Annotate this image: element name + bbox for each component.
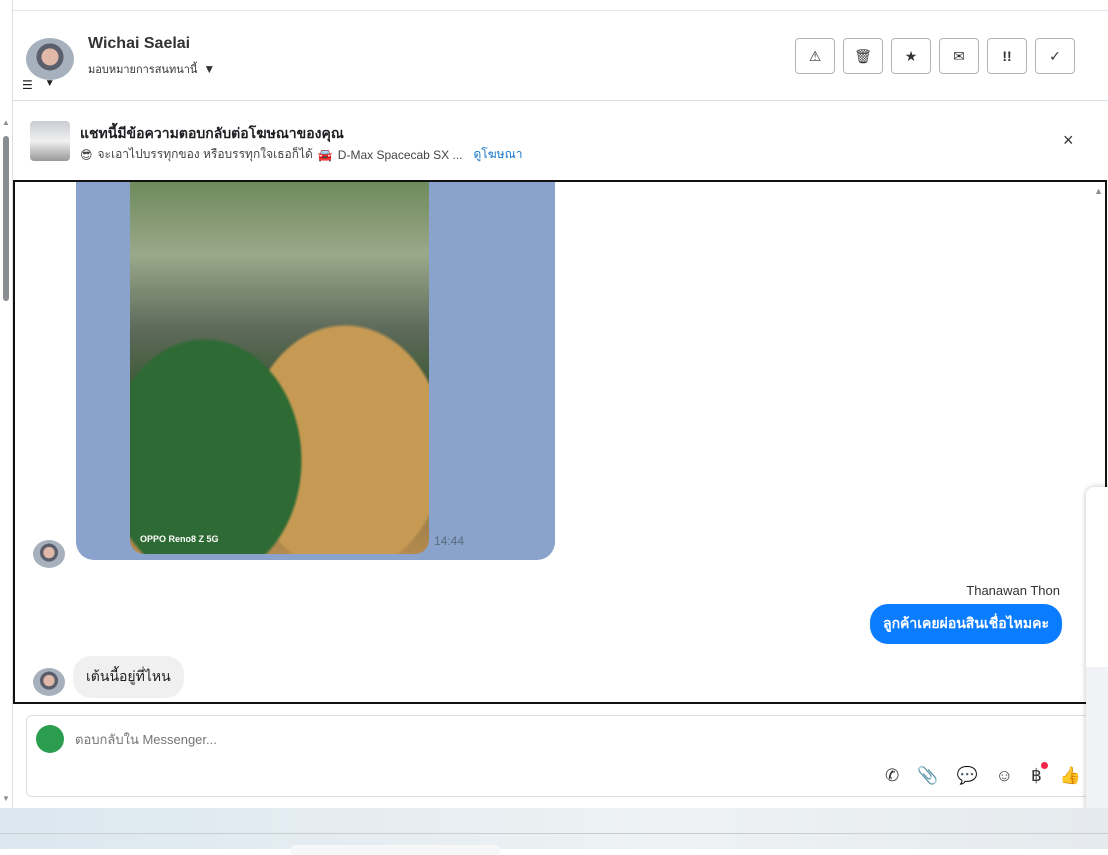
check-icon: ✓ — [1049, 47, 1061, 64]
assign-dropdown[interactable]: มอบหมายการสนทนานี้ ▼ — [88, 60, 215, 78]
ad-banner-title: แชทนี้มีข้อความตอบกลับต่อโฆษณาของคุณ — [80, 125, 344, 141]
assign-label: มอบหมายการสนทนานี้ — [88, 64, 198, 76]
scrollbar-thumb[interactable] — [3, 136, 9, 301]
payment-icon[interactable]: ฿ — [1031, 762, 1048, 786]
delete-button[interactable]: 🗑 — [843, 38, 883, 74]
sliders-icon: ☰ — [22, 78, 33, 92]
envelope-open-icon: ✉ — [953, 47, 965, 64]
filter-menu[interactable]: ☰ ▼ — [22, 78, 55, 92]
top-divider — [12, 10, 1108, 11]
conversation-actions: ⚠ 🗑 ★ ✉ !! ✓ — [795, 38, 1075, 74]
message-thread[interactable]: ▲ OPPO Reno8 Z 5G 14:44 Thanawan Thon ลู… — [13, 180, 1107, 704]
composer: ✆ 📎 💬 ☺ ฿ 👍 — [26, 715, 1090, 797]
composer-toolbar: ✆ 📎 💬 ☺ ฿ 👍 — [885, 762, 1081, 786]
photo-melons[interactable]: OPPO Reno8 Z 5G — [130, 182, 429, 554]
view-ad-link[interactable]: ดูโฆษณา — [474, 145, 523, 164]
thumbs-up-icon[interactable]: 👍 — [1060, 766, 1081, 786]
contact-avatar[interactable] — [26, 38, 74, 80]
emoji-icon: 😎 — [80, 147, 93, 162]
done-button[interactable]: ✓ — [1035, 38, 1075, 74]
star-button[interactable]: ★ — [891, 38, 931, 74]
desktop-background — [0, 808, 1108, 849]
important-button[interactable]: !! — [987, 38, 1027, 74]
scrollbar[interactable]: ▲ ▼ — [1, 118, 11, 803]
taskbar-divider — [0, 833, 1108, 834]
chevron-down-icon: ▼ — [203, 62, 216, 76]
warning-icon: ⚠ — [808, 47, 822, 64]
close-icon[interactable]: × — [1063, 130, 1074, 151]
trash-icon: 🗑 — [854, 47, 872, 64]
sender-avatar — [33, 668, 65, 696]
car-icon: 🚘 — [317, 147, 333, 162]
sender-avatar — [33, 540, 65, 568]
exclamation-icon: !! — [1002, 48, 1012, 64]
saved-replies-icon[interactable]: 💬 — [956, 766, 977, 786]
scroll-up-icon[interactable]: ▲ — [1094, 186, 1103, 196]
call-icon[interactable]: ✆ — [885, 766, 899, 786]
ad-thumbnail — [30, 121, 70, 161]
mark-unread-button[interactable]: ✉ — [939, 38, 979, 74]
photo-watermark: OPPO Reno8 Z 5G — [140, 534, 219, 544]
chevron-down-icon: ▼ — [44, 78, 55, 89]
page-avatar — [36, 725, 64, 753]
report-button[interactable]: ⚠ — [795, 38, 835, 74]
sender-name: Thanawan Thon — [966, 583, 1060, 598]
notification-dot — [1040, 762, 1048, 769]
ad-product: D-Max Spacecab SX ... — [337, 147, 463, 162]
contact-name[interactable]: Wichai Saelai — [88, 35, 190, 53]
message-time: 14:44 — [434, 534, 465, 548]
incoming-message[interactable]: เต้นนี้อยู่ที่ไหน — [73, 656, 184, 698]
emoji-icon[interactable]: ☺ — [996, 766, 1013, 786]
image-message[interactable]: OPPO Reno8 Z 5G 14:44 — [76, 182, 555, 560]
ad-text: จะเอาไปบรรทุกของ หรือบรรทุกใจเธอก็ได้ — [97, 147, 313, 161]
scroll-up-icon[interactable]: ▲ — [2, 118, 10, 127]
reply-input[interactable] — [75, 732, 775, 747]
attachment-icon[interactable]: 📎 — [917, 766, 938, 786]
scroll-down-icon[interactable]: ▼ — [2, 794, 10, 803]
header-divider — [12, 100, 1108, 101]
taskbar-search[interactable] — [290, 845, 500, 855]
ad-banner-subtitle: 😎 จะเอาไปบรรทุกของ หรือบรรทุกใจเธอก็ได้ … — [80, 145, 522, 164]
star-icon: ★ — [904, 47, 918, 64]
outgoing-message[interactable]: ลูกค้าเคยผ่อนสินเชื่อไหมคะ — [869, 604, 1062, 644]
side-panel[interactable] — [1086, 487, 1108, 821]
